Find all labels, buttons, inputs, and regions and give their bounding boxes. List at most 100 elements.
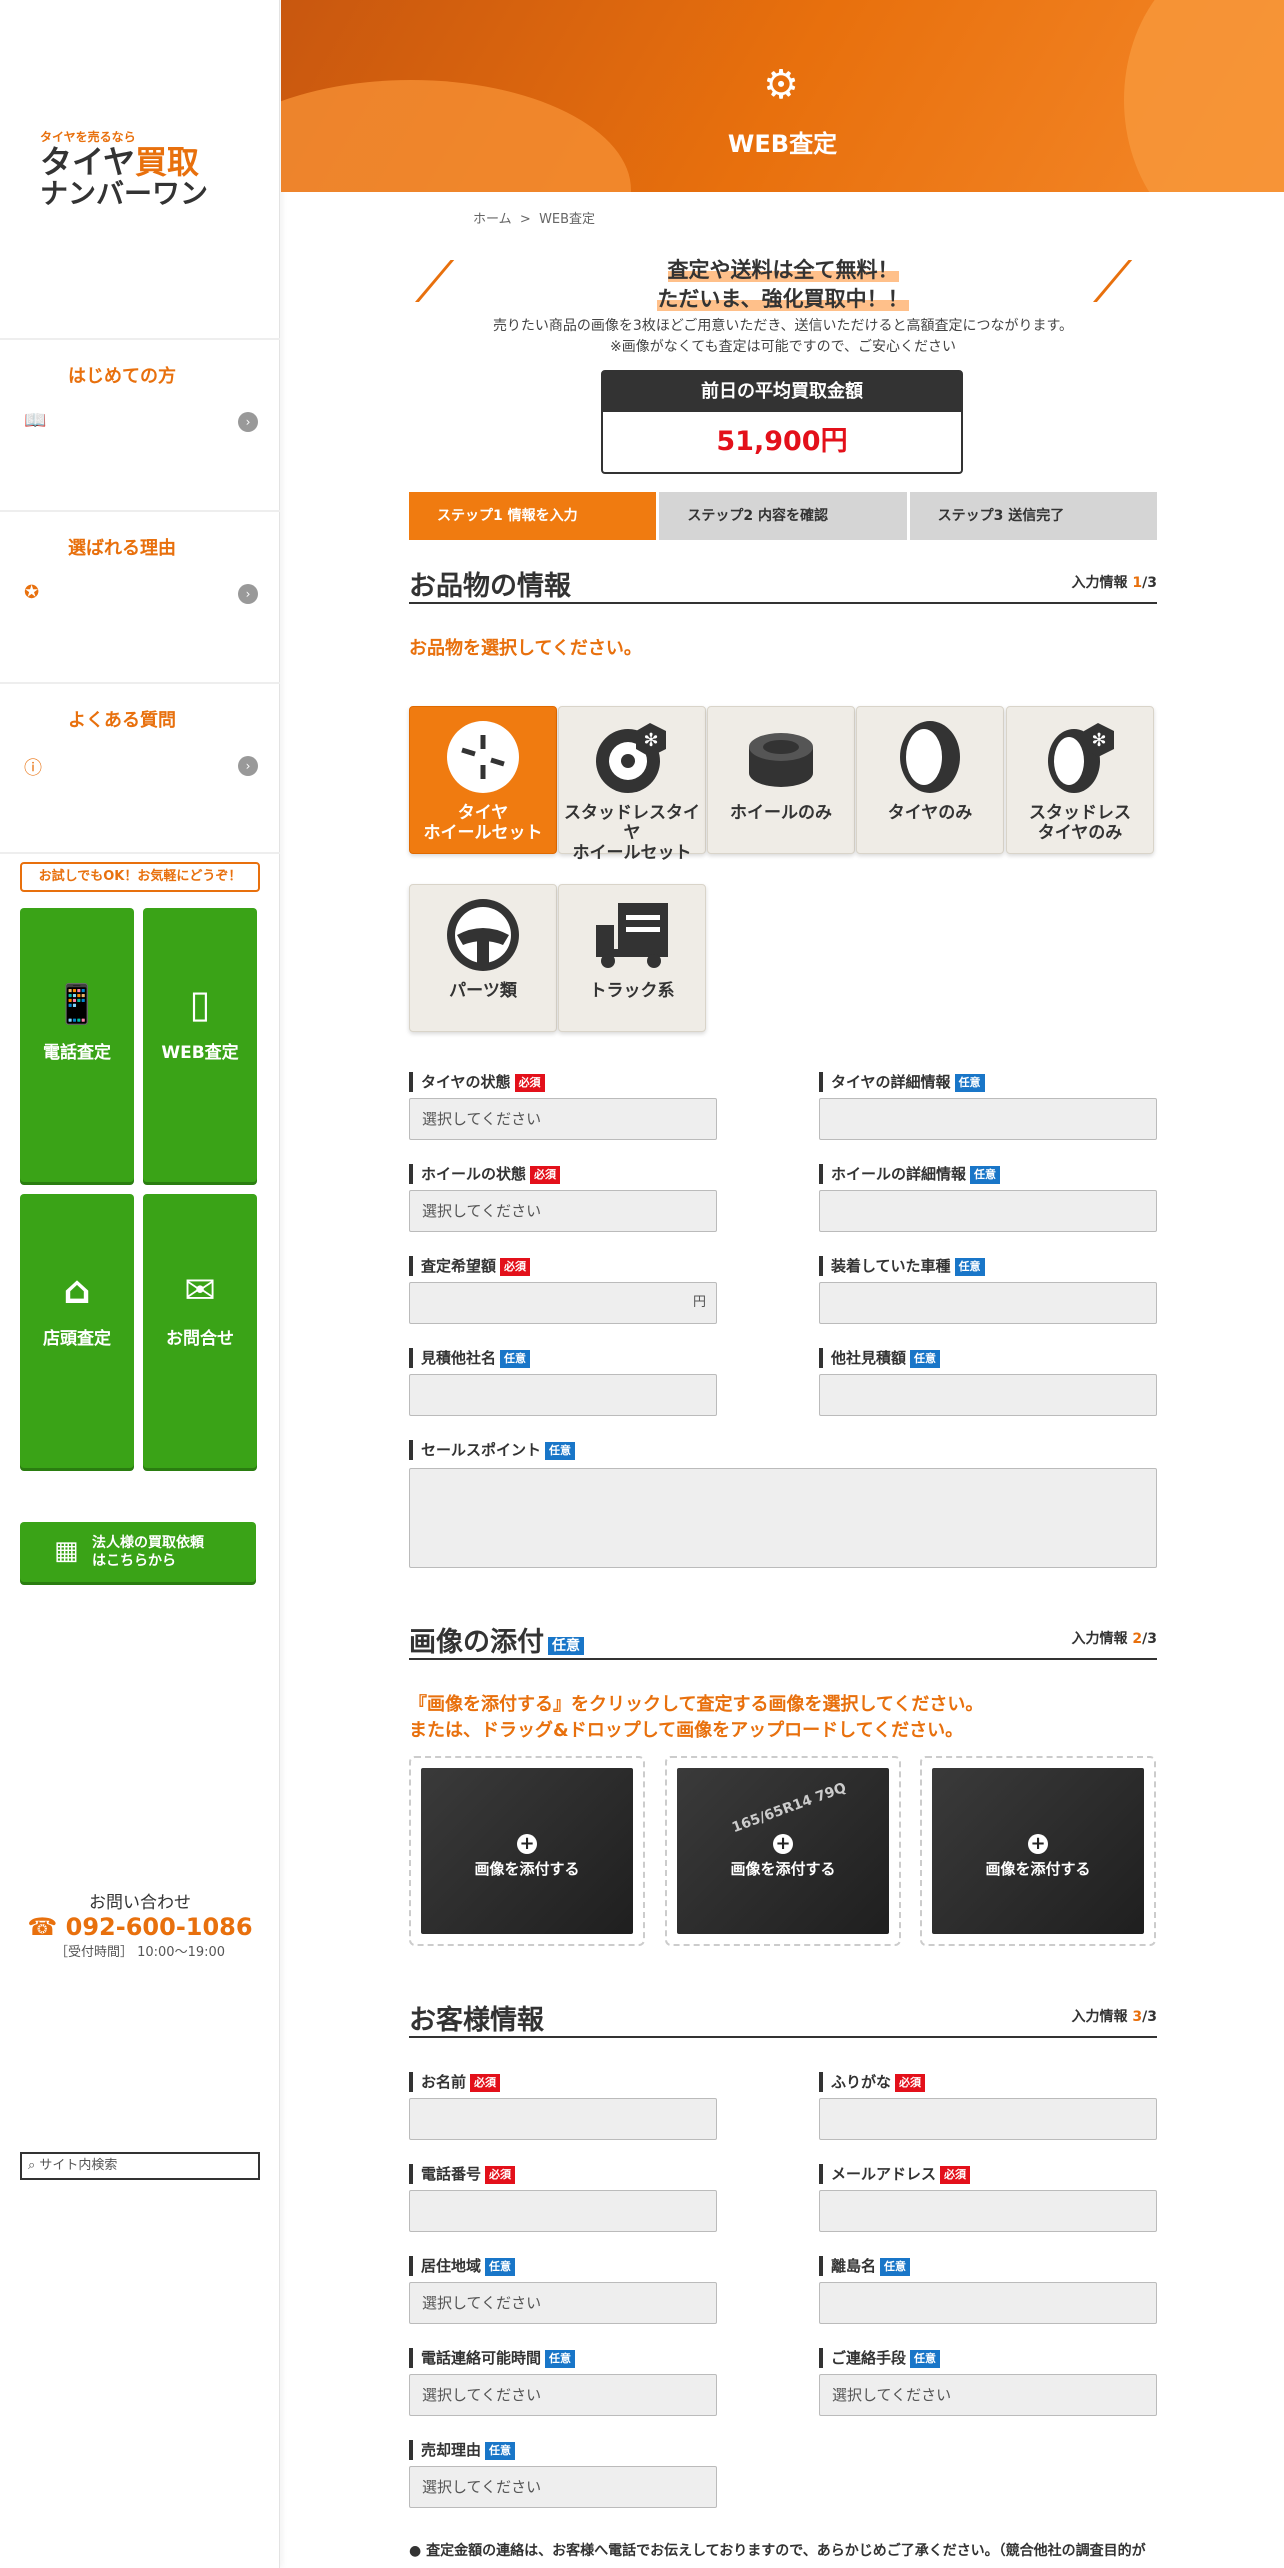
book-icon: 📖 [24,410,47,431]
required-badge: 必須 [895,2074,926,2092]
arrow-right-icon: › [238,756,258,776]
store-icon: ⌂ [63,1268,91,1312]
phone-appraisal-button[interactable]: 📱 電話査定 [20,908,134,1182]
select-field[interactable]: 選択してください [409,1098,717,1140]
optional-badge: 任意 [880,2258,911,2276]
field-label: ふりがな 必須 [819,2072,926,2092]
nav-beginners[interactable]: はじめての方 📖 › [0,338,280,508]
breadcrumb: ホーム > WEB査定 [473,208,595,227]
category-truck[interactable]: トラック系 [558,884,706,1032]
sales-point-textarea[interactable] [409,1468,1157,1568]
optional-badge: 任意 [548,1637,584,1655]
contact-hours: ［受付時間］ 10:00〜19:00 [54,1945,226,1960]
footnote: ● 査定金額の連絡は、お客様へ電話でお伝えしておりますので、あらかじめご了承くだ… [409,2543,1146,2559]
category-label-2: ホイールセット [572,843,692,863]
optional-badge: 任意 [485,2442,516,2460]
phone-appraisal-label: 電話査定 [43,1043,111,1063]
optional-badge: 任意 [485,2258,516,2276]
promo-line3: 売りたい商品の画像を3枚ほどご用意いただき、送信いただけると高額査定につながりま… [492,318,1074,334]
product-section-heading: お品物の情報 [409,571,571,602]
select-field[interactable]: 選択してください [409,2466,717,2508]
customer-section-title: お客様情報 入力情報 3/3 [409,1998,1157,2038]
optional-badge: 任意 [954,1258,985,1276]
promo-line1: 査定や送料は全て無料！ [667,258,899,282]
site-search-input[interactable]: ⌕ サイト内検索 [20,2152,260,2180]
optional-badge: 任意 [910,2350,941,2368]
category-studless-tire[interactable]: ✻ スタッドレス タイヤのみ [1006,706,1154,854]
category-tire-wheel[interactable]: タイヤ ホイールセット [409,706,557,854]
field-label: ホイールの詳細情報 任意 [819,1164,1001,1184]
upload-label: 画像を添付する [730,1860,836,1878]
input-field[interactable]: 円 [409,1282,717,1324]
image-upload-box-2[interactable]: 165/65R14 79Q + 画像を添付する [665,1756,901,1946]
field-label: 離島名 任意 [819,2256,911,2276]
product-section-counter: 入力情報 1/3 [1071,575,1157,591]
corporate-line1: 法人様の買取依頼 [92,1535,204,1551]
select-field[interactable]: 選択してください [819,2374,1157,2416]
input-field[interactable] [819,2190,1157,2232]
required-badge: 必須 [530,1166,561,1184]
category-label-1: ホイールのみ [730,803,832,823]
input-field[interactable] [409,1374,717,1416]
category-label-1: スタッドレスタイヤ [564,803,700,843]
category-studless-wheel[interactable]: ✻ スタッドレスタイヤ ホイールセット [558,706,706,863]
store-appraisal-button[interactable]: ⌂ 店頭査定 [20,1194,134,1468]
field-label: 居住地域 任意 [409,2256,516,2276]
contact-button[interactable]: ✉ お問合せ [143,1194,257,1468]
input-field[interactable] [819,1374,1157,1416]
customer-section-heading: お客様情報 [409,2005,544,2036]
phone-icon: 📱 [53,982,101,1026]
category-wheel[interactable]: ホイールのみ [707,706,855,854]
promo-headline: 査定や送料は全て無料！ ただいま、強化買取中！！ [409,256,1157,314]
site-logo[interactable]: タイヤを売るなら タイヤ買取 ナンバーワン [40,128,240,209]
web-appraisal-label: WEB査定 [161,1043,239,1063]
field-label: お名前 必須 [409,2072,501,2092]
badge-icon: ✪ [24,582,40,603]
input-field[interactable] [409,2190,717,2232]
select-field[interactable]: 選択してください [409,2374,717,2416]
field-label: 装着していた車種 任意 [819,1256,985,1276]
page-title: WEB査定 [727,130,838,158]
input-field[interactable] [409,2098,717,2140]
nav-faq[interactable]: よくある質問 ⓘ › [0,682,280,852]
building-icon: ▦ [54,1536,79,1566]
tire-icon [900,721,960,793]
select-field[interactable]: 選択してください [409,2282,717,2324]
contact-phone[interactable]: ☎ 092-600-1086 [0,1913,280,1941]
input-field[interactable] [819,1282,1157,1324]
input-field[interactable] [819,2098,1157,2140]
sidebar: タイヤを売るなら タイヤ買取 ナンバーワン はじめての方 📖 › 選ばれる理由 … [0,0,280,2568]
svg-text:✻: ✻ [643,730,658,751]
input-field[interactable] [819,2282,1157,2324]
mail-icon: ✉ [184,1268,216,1312]
category-steering-wheel[interactable]: パーツ類 [409,884,557,1032]
image-upload-box-3[interactable]: + 画像を添付する [920,1756,1156,1946]
field-label: 査定希望額 必須 [409,1256,531,1276]
progress-steps: ステップ1 情報を入力 ステップ2 内容を確認 ステップ3 送信完了 [409,492,1157,540]
corporate-request-button[interactable]: ▦ 法人様の買取依頼 はこちらから [20,1522,256,1582]
required-badge: 必須 [470,2074,501,2092]
yen-unit: 円 [692,1295,706,1310]
image-section-title: 画像の添付 任意 入力情報 2/3 [409,1620,1157,1660]
input-field[interactable] [819,1098,1157,1140]
web-appraisal-button[interactable]: ▯ WEB査定 [143,908,257,1182]
nav-reasons[interactable]: 選ばれる理由 ✪ › [0,510,280,680]
field-label: タイヤの詳細情報 任意 [819,1072,985,1092]
upload-label: 画像を添付する [985,1860,1091,1878]
field-label: 電話連絡可能時間 任意 [409,2348,576,2368]
logo-line2: ナンバーワン [40,177,209,210]
image-upload-box-1[interactable]: + 画像を添付する [409,1756,645,1946]
select-field[interactable]: 選択してください [409,1190,717,1232]
svg-text:✻: ✻ [1091,730,1106,751]
required-badge: 必須 [514,1074,545,1092]
nav-faq-label: よくある質問 [68,710,176,731]
input-field[interactable] [819,1190,1157,1232]
optional-badge: 任意 [545,2350,576,2368]
product-section-title: お品物の情報 入力情報 1/3 [409,564,1157,604]
optional-badge: 任意 [970,1166,1001,1184]
hero-banner: ⚙ WEB査定 [281,0,1284,192]
breadcrumb-home[interactable]: ホーム [473,212,512,227]
average-price-label: 前日の平均買取金額 [603,372,961,412]
category-tire[interactable]: タイヤのみ [856,706,1004,854]
image-section-counter: 入力情報 2/3 [1071,1631,1157,1647]
